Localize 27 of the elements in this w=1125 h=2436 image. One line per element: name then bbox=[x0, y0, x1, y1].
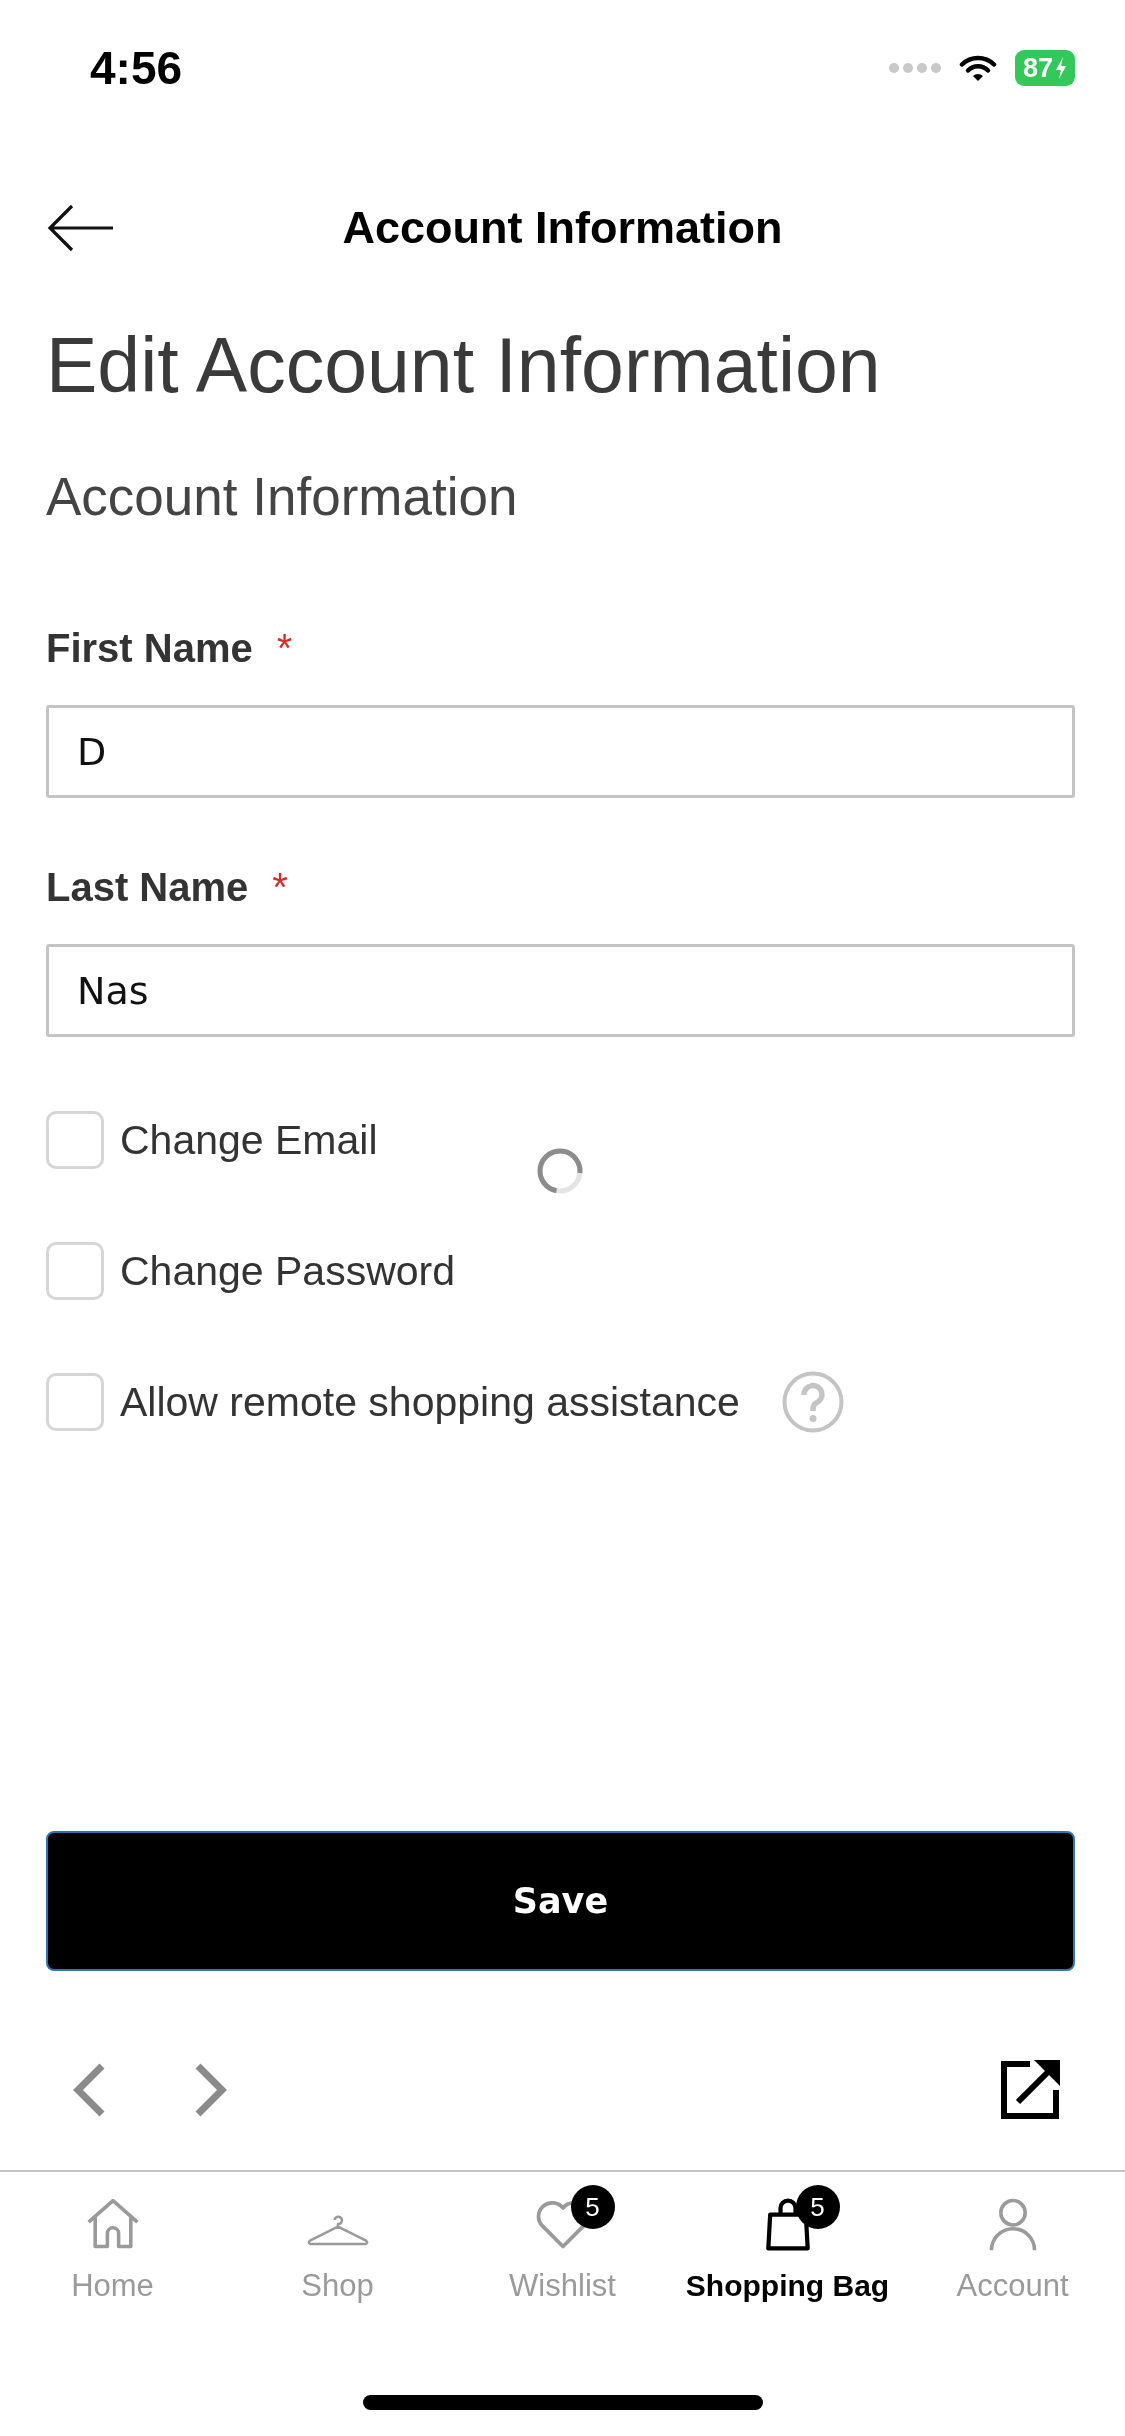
tab[interactable]: 5 Shopping Bag bbox=[675, 2182, 900, 2304]
required-asterisk: * bbox=[272, 864, 288, 911]
text-field[interactable]: D bbox=[46, 705, 1075, 798]
wifi-icon bbox=[958, 54, 997, 82]
count-badge: 5 bbox=[795, 2185, 840, 2229]
status-time: 4:56 bbox=[90, 41, 183, 96]
required-asterisk: * bbox=[276, 625, 293, 672]
tab[interactable]: 5 Wishlist bbox=[450, 2182, 675, 2304]
section-heading: Account Information bbox=[46, 466, 518, 528]
screen-title: Account Information bbox=[342, 201, 783, 255]
checkbox[interactable] bbox=[46, 1242, 104, 1300]
checkbox-label[interactable]: Change Email bbox=[120, 1115, 378, 1165]
back-arrow-icon[interactable] bbox=[47, 204, 115, 252]
field-label: Last Name bbox=[46, 864, 249, 911]
checkbox-label[interactable]: Allow remote shopping assistance bbox=[120, 1377, 740, 1427]
battery-percent: 87 bbox=[1022, 53, 1053, 83]
checkbox-label[interactable]: Change Password bbox=[120, 1246, 456, 1296]
external-link-icon[interactable] bbox=[1000, 2060, 1060, 2120]
checkbox[interactable] bbox=[46, 1373, 104, 1431]
field-label: First Name bbox=[46, 625, 253, 672]
checkbox[interactable] bbox=[46, 1111, 104, 1169]
save-button[interactable]: Save bbox=[46, 1831, 1075, 1971]
page-heading: Edit Account Information bbox=[46, 321, 881, 410]
signal-dots-icon bbox=[888, 62, 941, 74]
help-icon[interactable] bbox=[781, 1371, 844, 1433]
text-field[interactable]: Nas bbox=[46, 944, 1075, 1037]
count-badge: 5 bbox=[570, 2185, 615, 2229]
